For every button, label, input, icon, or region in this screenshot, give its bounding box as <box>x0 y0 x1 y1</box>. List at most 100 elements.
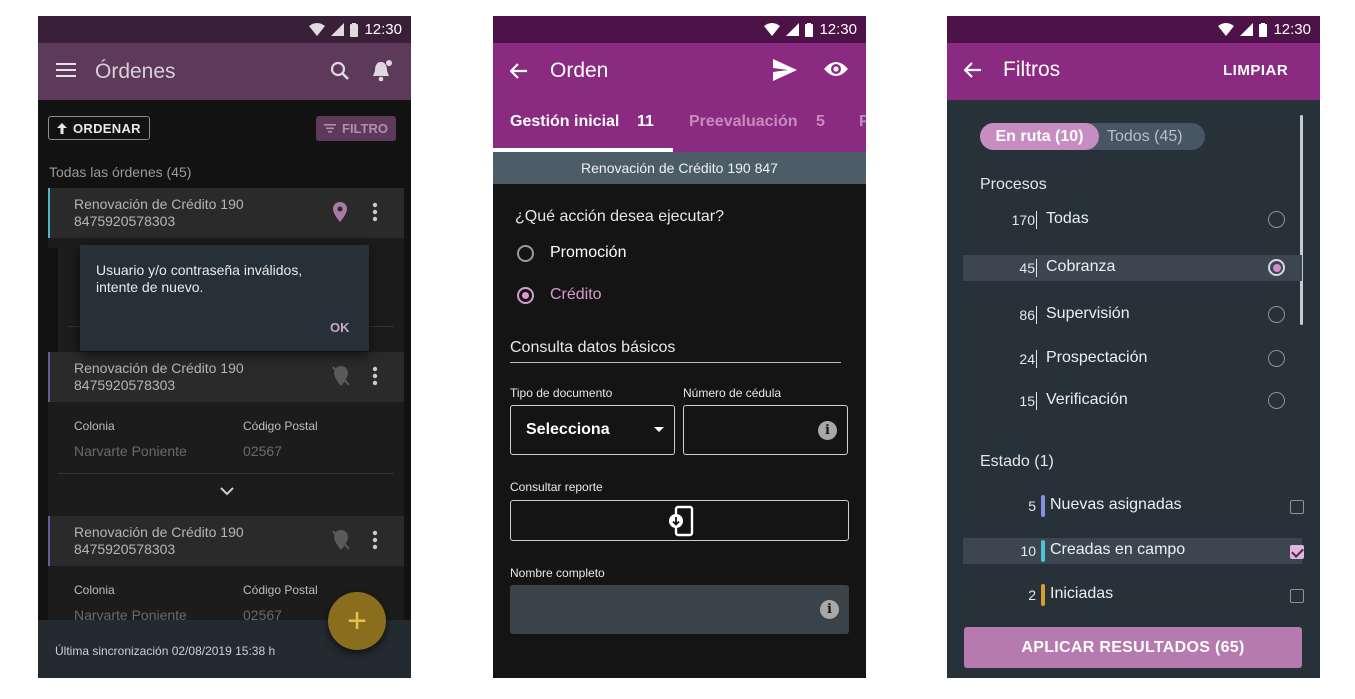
checkbox-checked[interactable] <box>1290 545 1304 559</box>
notifications-icon[interactable] <box>371 59 393 83</box>
active-tab-indicator <box>493 148 673 152</box>
tab-gestion-inicial-count: 11 <box>637 113 654 130</box>
process-option[interactable]: 170 Todas <box>963 207 1302 233</box>
radio-button[interactable] <box>1268 211 1285 228</box>
tab-preevaluacion-count: 5 <box>816 113 825 130</box>
filter-icon <box>324 124 336 133</box>
chevron-down-icon[interactable] <box>220 487 234 496</box>
separator <box>1036 259 1037 277</box>
location-off-icon[interactable] <box>332 366 350 386</box>
add-order-fab[interactable]: + <box>328 592 386 650</box>
battery-icon <box>1259 22 1268 37</box>
back-arrow-icon[interactable] <box>510 63 528 79</box>
info-icon[interactable]: i <box>818 421 837 440</box>
order-card[interactable]: Renovación de Crédito 190 8475920578303 <box>48 188 404 248</box>
doc-type-label: Tipo de documento <box>510 386 613 400</box>
wifi-icon <box>309 23 326 36</box>
option-promocion[interactable]: Promoción <box>517 244 626 262</box>
process-option[interactable]: 24 Prospectación <box>963 346 1302 372</box>
filter-button[interactable]: FILTRO <box>316 116 396 141</box>
route-segmented-control: En ruta (10) Todos (45) <box>980 123 1205 150</box>
status-bar: 12:30 <box>38 16 411 43</box>
search-icon[interactable] <box>330 61 350 81</box>
order-number: 8475920578303 <box>74 213 176 229</box>
clear-button[interactable]: LIMPIAR <box>1223 62 1288 79</box>
apply-results-button[interactable]: APLICAR RESULTADOS (65) <box>964 627 1302 668</box>
radio-button[interactable] <box>517 244 534 262</box>
order-card-body: Colonia Código Postal Narvarte Poniente … <box>48 402 404 522</box>
sort-button[interactable]: ORDENAR <box>48 116 150 140</box>
status-option[interactable]: 2 Iniciadas <box>963 582 1304 608</box>
separator <box>1036 211 1037 229</box>
tab-next[interactable]: P <box>859 113 866 131</box>
colonia-label: Colonia <box>74 419 115 433</box>
menu-icon[interactable] <box>56 63 76 79</box>
status-option[interactable]: 5 Nuevas asignadas <box>963 493 1304 519</box>
checkbox[interactable] <box>1290 500 1304 514</box>
dialog-message: Usuario y/o contraseña inválidos, intent… <box>96 262 303 295</box>
process-option[interactable]: 45 Cobranza <box>963 255 1302 281</box>
location-pin-icon[interactable] <box>332 202 348 222</box>
radio-button[interactable] <box>1268 350 1285 367</box>
location-off-icon[interactable] <box>332 530 350 550</box>
process-label: Prospectación <box>1046 349 1148 366</box>
error-dialog: Usuario y/o contraseña inválidos, intent… <box>80 245 369 351</box>
doc-type-select[interactable]: Selecciona <box>510 405 675 455</box>
filters-screen: 12:30 Filtros LIMPIAR En ruta (10) Todos… <box>947 16 1320 678</box>
section-title: Consulta datos básicos <box>510 339 841 363</box>
process-option[interactable]: 86 Supervisión <box>963 302 1302 328</box>
radio-button[interactable] <box>1268 392 1285 409</box>
tab-bar: Gestión inicial 11 Preevaluación 5 P <box>493 100 866 152</box>
send-icon[interactable] <box>773 59 797 81</box>
status-time: 12:30 <box>819 21 857 38</box>
more-vert-icon[interactable] <box>372 202 378 222</box>
status-count: 2 <box>1028 587 1036 603</box>
battery-icon <box>350 22 359 37</box>
dialog-ok-button[interactable]: OK <box>330 320 350 335</box>
dropdown-arrow-icon <box>654 427 664 432</box>
process-count: 15 <box>1019 393 1035 409</box>
wifi-icon <box>1218 23 1235 36</box>
status-count: 5 <box>1028 498 1036 514</box>
app-bar: Orden <box>493 43 866 100</box>
more-vert-icon[interactable] <box>372 366 378 386</box>
app-bar: Filtros LIMPIAR <box>947 43 1320 100</box>
filter-label: FILTRO <box>342 121 388 136</box>
phone-download-icon <box>668 505 693 536</box>
status-label: Creadas en campo <box>1050 541 1186 558</box>
order-title: Renovación de Crédito 190 <box>74 360 244 376</box>
process-option[interactable]: 15 Verificación <box>963 388 1302 414</box>
info-icon[interactable]: i <box>820 600 839 619</box>
radio-button-selected[interactable] <box>1268 259 1285 276</box>
radio-button-selected[interactable] <box>517 286 534 304</box>
estado-title: Estado (1) <box>980 453 1054 470</box>
order-number: 8475920578303 <box>74 377 176 393</box>
tab-preevaluacion[interactable]: Preevaluación <box>689 113 798 131</box>
order-card[interactable]: Renovación de Crédito 190 8475920578303 … <box>48 352 404 516</box>
back-arrow-icon[interactable] <box>964 62 982 78</box>
eye-icon[interactable] <box>823 59 849 79</box>
status-option[interactable]: 10 Creadas en campo <box>963 538 1304 564</box>
signal-icon <box>786 23 800 36</box>
procesos-title: Procesos <box>980 176 1047 193</box>
segment-en-ruta[interactable]: En ruta (10) <box>980 123 1099 150</box>
order-number: 8475920578303 <box>74 541 176 557</box>
cedula-input[interactable]: i <box>683 405 848 455</box>
orders-count-label: Todas las órdenes (45) <box>49 164 192 180</box>
radio-button[interactable] <box>1268 306 1285 323</box>
segment-todos[interactable]: Todos (45) <box>1107 123 1183 150</box>
tab-gestion-inicial[interactable]: Gestión inicial <box>510 113 619 131</box>
more-vert-icon[interactable] <box>372 530 378 550</box>
checkbox[interactable] <box>1290 589 1304 603</box>
separator <box>1036 306 1037 324</box>
sort-label: ORDENAR <box>73 120 141 136</box>
option-credito[interactable]: Crédito <box>517 286 602 304</box>
consult-report-button[interactable] <box>510 500 849 541</box>
order-banner: Renovación de Crédito 190 847 <box>493 152 866 184</box>
process-label: Cobranza <box>1046 258 1116 275</box>
status-bar: 12:30 <box>947 16 1320 43</box>
status-color-indicator <box>1041 584 1045 606</box>
order-card-header: Renovación de Crédito 190 8475920578303 <box>48 352 404 402</box>
full-name-field[interactable]: i <box>510 585 849 634</box>
separator <box>1036 350 1037 368</box>
